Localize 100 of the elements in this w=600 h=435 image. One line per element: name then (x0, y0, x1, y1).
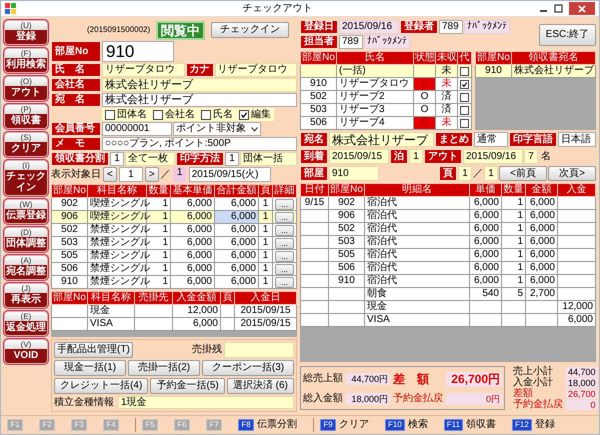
function-key[interactable]: F12 (512, 419, 532, 431)
checkbox[interactable] (201, 110, 211, 120)
function-key[interactable]: F10 (385, 419, 405, 431)
page-field[interactable]: 1 (458, 166, 472, 181)
page-total-field[interactable]: 1 (172, 167, 187, 182)
addressee-field[interactable]: 株式会社リザーブ (102, 93, 297, 107)
table-cell: リザーブ3 (336, 104, 414, 116)
sidebar-button[interactable]: (D) 団体調整 (4, 227, 48, 252)
next-page-button[interactable]: 次頁> (548, 166, 596, 181)
sidebar-button[interactable]: (P) 領収書 (4, 104, 48, 129)
checkbox[interactable] (153, 110, 163, 120)
function-key-label: 伝票分割 (257, 419, 297, 431)
previous-button[interactable]: < (103, 167, 117, 182)
detail-button[interactable]: ... (275, 198, 294, 210)
payment-button[interactable]: 売掛一括(2) (128, 360, 200, 376)
print-method-field[interactable]: 団体一括 (240, 152, 297, 166)
sidebar-button[interactable]: (E) 返金処理 (4, 311, 48, 336)
detail-button[interactable]: ... (275, 276, 294, 288)
room-number-field[interactable]: 910 (102, 41, 174, 62)
sidebar-button[interactable]: (A) 宛名調整 (4, 255, 48, 280)
table-cell: 6,000 (470, 248, 502, 262)
function-key-label: 検索 (408, 419, 428, 431)
date-field[interactable]: 2015/09/15(火) (188, 167, 271, 182)
column-header: 売掛先 (134, 292, 172, 304)
language-field[interactable]: 日本語 (558, 132, 596, 147)
maximize-icon[interactable] (554, 4, 563, 13)
summary-field[interactable]: 通常 (474, 132, 508, 147)
sidebar-button[interactable]: (F) 利用検索 (4, 48, 48, 73)
field-label: 宛 名 (51, 93, 101, 107)
detail-button[interactable]: ... (275, 250, 294, 262)
column-header: 頁 (220, 292, 234, 304)
split-number-field[interactable]: 1 (110, 152, 124, 166)
field-label: 登録日 (300, 20, 338, 34)
previous-page-button[interactable]: <前頁 (499, 166, 547, 181)
checkbox[interactable] (105, 110, 115, 120)
page-total-field[interactable]: 1 (484, 166, 498, 181)
sidebar-button[interactable]: (I) チェックイン (4, 160, 48, 196)
checkout-date-field[interactable]: 2015/09/16 (463, 149, 523, 164)
guest-count-field[interactable]: 7 (524, 149, 538, 164)
arrange-button[interactable]: 手配品出管理(T) (54, 342, 133, 358)
arrival-date-field[interactable]: 2015/09/15 (329, 149, 389, 164)
next-button[interactable]: > (144, 167, 159, 182)
table-cell: 506 (300, 116, 336, 130)
room-field[interactable]: 910 (329, 166, 379, 181)
exit-button[interactable]: ESC:終了 (538, 24, 596, 46)
registrar-name-field[interactable]: ﾅﾊﾞｯｸﾒﾝﾃ (464, 20, 510, 34)
registration-date-field[interactable]: 2015/09/16 (339, 20, 399, 34)
function-key[interactable]: F8 (238, 419, 254, 431)
addressee-field[interactable]: 株式会社リザーブ (329, 132, 434, 147)
column-header: 合計金額 (214, 184, 258, 198)
deposit-field[interactable]: 1現金 (118, 396, 294, 409)
payment-button[interactable]: 選択決済 (6) (226, 378, 294, 394)
detail-button[interactable]: ... (275, 224, 294, 236)
print-number-field[interactable]: 1 (225, 152, 239, 166)
checkbox[interactable] (460, 106, 469, 114)
unit-text: 名 (540, 150, 552, 164)
staff-code-field[interactable]: 789 (339, 35, 363, 49)
checkbox-label: 会社名 (165, 108, 195, 120)
memo-field[interactable]: ○○○○プラン, ポイント:500P (102, 137, 297, 151)
table-cell: 宿泊代 (364, 196, 470, 210)
payment-button[interactable]: 予約金一括(5) (150, 378, 225, 394)
table-cell: 1 (502, 274, 526, 288)
table-cell: 6,000 (526, 274, 558, 288)
function-key[interactable]: F11 (444, 419, 463, 431)
payment-button[interactable]: 現金一括(1) (54, 360, 126, 376)
nights-field[interactable]: 1 (409, 149, 423, 164)
page-field[interactable]: 1 (118, 167, 143, 182)
split-field[interactable]: 全て一枚 (125, 152, 175, 166)
sidebar-button[interactable]: (W) 伝票登録 (4, 199, 48, 224)
member-number-field[interactable]: 00000001 (102, 122, 172, 136)
name-field[interactable]: リザーブタロウ (102, 63, 184, 77)
company-field[interactable]: 株式会社リザーブ (102, 78, 297, 92)
sidebar-button[interactable]: (O) アウト (4, 76, 48, 101)
detail-button[interactable]: ... (275, 264, 294, 274)
sidebar-button[interactable]: (S) クリア (4, 132, 48, 157)
checkbox[interactable] (460, 66, 469, 76)
checkin-button[interactable]: チェックイン (211, 22, 290, 38)
column-header: 単価 (470, 184, 502, 196)
point-select[interactable]: ポイント非対象 (173, 122, 261, 136)
payment-button[interactable]: クーポン一括(3) (202, 360, 294, 376)
column-header: 科目名称 (88, 292, 134, 304)
function-key[interactable]: F9 (320, 419, 336, 431)
sidebar-button[interactable]: (U) 登録 (4, 20, 48, 45)
detail-button[interactable]: ... (275, 238, 294, 248)
sidebar-button[interactable]: (J) 再表示 (4, 283, 48, 308)
detail-button[interactable]: ... (275, 212, 294, 222)
kana-field[interactable]: リザーブタロウ (214, 63, 297, 77)
registrar-code-field[interactable]: 789 (439, 20, 463, 34)
table-cell: 910 (300, 78, 336, 90)
checkbox[interactable] (239, 110, 249, 120)
function-key-label: 登録 (534, 419, 555, 431)
receivable-field[interactable] (224, 342, 294, 358)
checkbox[interactable] (460, 80, 469, 88)
payment-button[interactable]: クレジット一括(4) (54, 378, 148, 394)
close-button[interactable] (569, 2, 595, 15)
staff-name-field[interactable]: ﾅﾊﾞｯｸﾒﾝﾃ (364, 35, 410, 49)
checkbox[interactable] (460, 118, 469, 128)
sidebar-button[interactable]: (V) VOID (4, 339, 48, 364)
checkbox[interactable] (460, 92, 469, 102)
table-cell: 6,000 (170, 236, 214, 250)
